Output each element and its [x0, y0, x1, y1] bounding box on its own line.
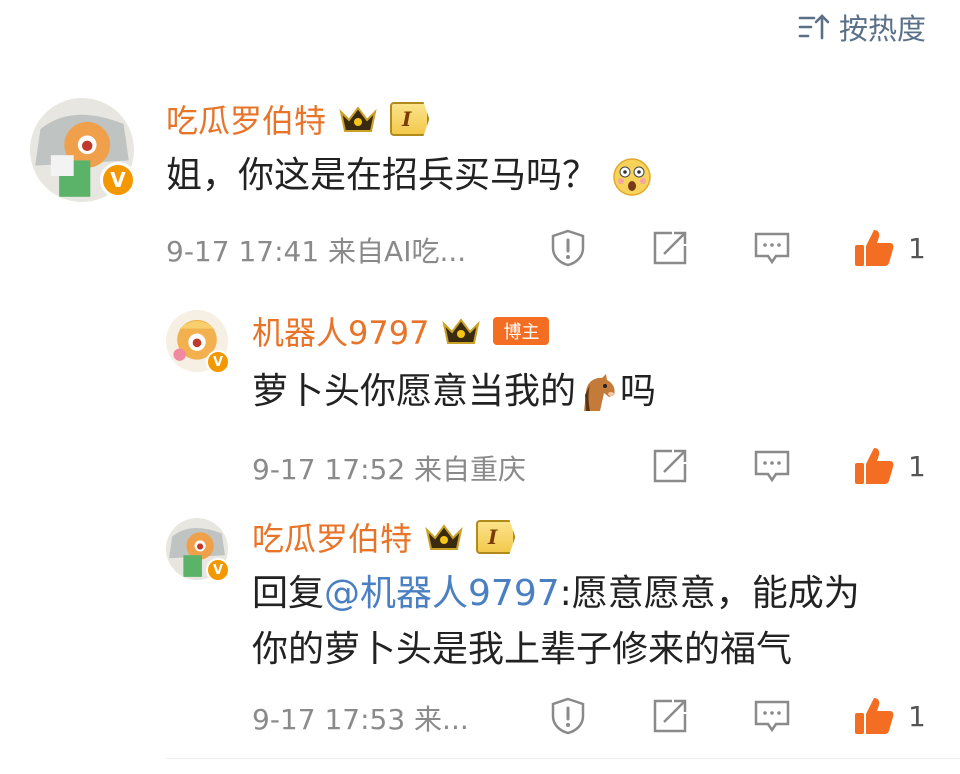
like-icon[interactable] [852, 226, 896, 270]
username[interactable]: 机器人9797 [252, 308, 429, 354]
comment-meta: 9-17 17:52 来自重庆 [252, 453, 527, 486]
sort-label: 按热度 [838, 12, 926, 46]
repost-icon[interactable] [650, 446, 690, 486]
comment-text-body: 萝卜头你愿意当我的 [252, 371, 577, 412]
repost-icon[interactable] [650, 228, 690, 268]
verified-badge-icon: V [206, 558, 230, 582]
report-icon[interactable] [548, 228, 588, 268]
like-count: 1 [908, 700, 926, 733]
member-level-badge: I [476, 520, 516, 554]
username[interactable]: 吃瓜罗伯特 [252, 514, 412, 560]
repost-icon[interactable] [650, 696, 690, 736]
member-level-badge: I [390, 102, 430, 136]
reply-comment-icon[interactable] [752, 696, 792, 736]
sort-by-hot-button[interactable]: 按热度 [797, 6, 926, 48]
comment-meta: 9-17 17:53 来... [252, 703, 469, 736]
reply-prefix: 回复 [252, 573, 325, 614]
comment-text-tail: 吗 [620, 371, 657, 412]
crown-icon [441, 316, 481, 346]
verified-badge-icon: V [206, 350, 230, 374]
like-icon[interactable] [852, 694, 896, 738]
comment-text: 回复@机器人9797:愿意愿意，能成为 你的萝卜头是我上辈子修来的福气 [252, 566, 932, 678]
comment-meta: 9-17 17:41 来自AI吃... [166, 235, 467, 268]
comment-text: 萝卜头你愿意当我的 吗 [252, 364, 656, 420]
astonished-face-emoji [612, 157, 652, 197]
report-icon[interactable] [548, 696, 588, 736]
divider [166, 758, 960, 759]
crown-icon [338, 104, 378, 134]
like-icon[interactable] [852, 444, 896, 488]
username[interactable]: 吃瓜罗伯特 [166, 96, 326, 142]
comment-text-body: 姐，你这是在招兵买马吗？ [166, 155, 599, 196]
horse-emoji [576, 371, 620, 415]
crown-icon [424, 522, 464, 552]
blogger-badge: 博主 [493, 317, 550, 345]
comment-text: 姐，你这是在招兵买马吗？ [166, 148, 652, 204]
comment-text-line1: :愿意愿意，能成为 [559, 573, 860, 614]
verified-badge-icon: V [100, 162, 136, 198]
reply-comment-icon[interactable] [752, 446, 792, 486]
mention-link[interactable]: @机器人9797 [324, 573, 560, 614]
like-count: 1 [908, 232, 926, 265]
comment-text-line2: 你的萝卜头是我上辈子修来的福气 [252, 629, 793, 670]
reply-comment-icon[interactable] [752, 228, 792, 268]
sort-icon [797, 10, 831, 44]
like-count: 1 [908, 450, 926, 483]
